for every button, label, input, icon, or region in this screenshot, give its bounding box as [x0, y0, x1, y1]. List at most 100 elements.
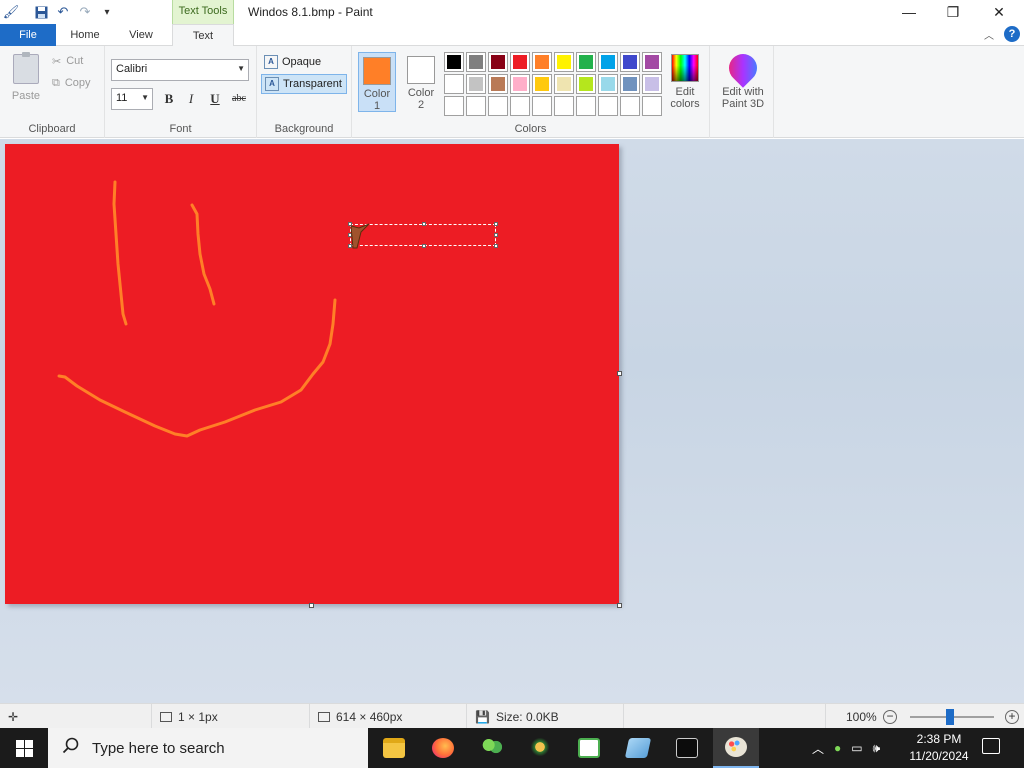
palette-swatch[interactable]	[466, 74, 486, 94]
palette-swatch-empty[interactable]	[488, 96, 508, 116]
bold-button[interactable]: B	[159, 90, 179, 108]
palette-swatch[interactable]	[444, 74, 464, 94]
palette-swatch[interactable]	[510, 52, 530, 72]
edit-colors-button[interactable]: Edit colors	[665, 52, 705, 110]
taskbar-paint[interactable]	[713, 728, 759, 768]
volume-icon[interactable]: 🕪	[873, 741, 881, 756]
resize-handle[interactable]	[422, 244, 426, 248]
close-button[interactable]: ✕	[976, 0, 1022, 24]
cut-button[interactable]: ✂ Cut	[52, 52, 83, 70]
palette-swatch[interactable]	[620, 52, 640, 72]
text-input-box[interactable]	[348, 222, 498, 248]
palette-swatch-empty[interactable]	[642, 96, 662, 116]
palette-swatch[interactable]	[488, 52, 508, 72]
chevron-down-icon: ▼	[141, 93, 149, 102]
taskbar-tablet-app[interactable]	[615, 728, 661, 768]
palette-swatch[interactable]	[532, 52, 552, 72]
italic-button[interactable]: I	[181, 90, 201, 108]
taskbar-game-app[interactable]	[517, 728, 563, 768]
zoom-slider-thumb[interactable]	[946, 709, 954, 725]
palette-swatch[interactable]	[642, 52, 662, 72]
tab-file[interactable]: File	[0, 24, 56, 46]
color2-button[interactable]: Color 2	[402, 52, 440, 112]
palette-swatch-empty[interactable]	[598, 96, 618, 116]
swatch-fill	[469, 55, 483, 69]
font-size-dropdown[interactable]: 11 ▼	[111, 88, 153, 110]
palette-swatch[interactable]	[532, 74, 552, 94]
tab-view[interactable]: View	[116, 24, 166, 46]
edit-colors-label: Edit	[675, 86, 695, 98]
palette-swatch[interactable]	[576, 52, 596, 72]
palette-swatch[interactable]	[620, 74, 640, 94]
font-group: Calibri ▼ 11 ▼ B I U abc Font	[105, 46, 257, 138]
taskbar-terminal[interactable]	[664, 728, 710, 768]
taskbar-firefox[interactable]	[420, 728, 466, 768]
palette-swatch[interactable]	[576, 74, 596, 94]
tab-home[interactable]: Home	[60, 24, 110, 46]
swatch-fill	[645, 77, 659, 91]
taskbar-search-box[interactable]: Type here to search	[48, 728, 368, 768]
palette-swatch[interactable]	[642, 74, 662, 94]
opaque-button[interactable]: A Opaque	[261, 52, 347, 72]
canvas-resize-handle-right[interactable]	[617, 371, 622, 376]
palette-swatch[interactable]	[444, 52, 464, 72]
taskbar-notepad-app[interactable]	[566, 728, 612, 768]
palette-swatch[interactable]	[598, 52, 618, 72]
swatch-fill	[601, 77, 615, 91]
user-icon[interactable]: ●	[834, 741, 841, 755]
start-button[interactable]	[0, 728, 48, 768]
resize-handle[interactable]	[422, 222, 426, 226]
palette-swatch-empty[interactable]	[444, 96, 464, 116]
zoom-out-button[interactable]: −	[883, 710, 897, 724]
canvas-resize-handle-bottom[interactable]	[309, 603, 314, 608]
palette-swatch[interactable]	[488, 74, 508, 94]
paste-button[interactable]: Paste	[8, 52, 44, 108]
resize-handle[interactable]	[494, 244, 498, 248]
taskbar-clock[interactable]: 2:38 PM 11/20/2024	[900, 731, 978, 765]
taskbar-file-explorer[interactable]	[371, 728, 417, 768]
collapse-ribbon-icon[interactable]: ︿	[984, 27, 994, 42]
strikethrough-button[interactable]: abc	[227, 90, 251, 108]
minimize-button[interactable]: —	[886, 0, 932, 24]
color1-button[interactable]: Color 1	[358, 52, 396, 112]
edit-with-paint3d-button[interactable]: Edit with Paint 3D	[714, 48, 772, 110]
swatch-fill	[447, 77, 461, 91]
save-icon[interactable]	[30, 3, 52, 21]
palette-swatch[interactable]	[466, 52, 486, 72]
redo-icon[interactable]: ↷	[74, 3, 96, 21]
undo-icon[interactable]: ↶	[52, 3, 74, 21]
canvas-resize-handle-corner[interactable]	[617, 603, 622, 608]
transparent-button[interactable]: A Transparent	[261, 74, 347, 94]
palette-swatch-empty[interactable]	[532, 96, 552, 116]
resize-handle[interactable]	[494, 233, 498, 237]
swatch-fill	[579, 77, 593, 91]
palette-swatch-empty[interactable]	[466, 96, 486, 116]
palette-swatch-empty[interactable]	[620, 96, 640, 116]
palette-swatch[interactable]	[598, 74, 618, 94]
maximize-button[interactable]: ❐	[930, 0, 976, 24]
action-center-icon[interactable]	[982, 738, 1000, 754]
palette-swatch[interactable]	[554, 52, 574, 72]
palette-swatch[interactable]	[510, 74, 530, 94]
zoom-in-button[interactable]: +	[1005, 710, 1019, 724]
drawing-canvas[interactable]	[5, 144, 619, 604]
firefox-icon	[432, 738, 454, 758]
font-family-dropdown[interactable]: Calibri ▼	[111, 59, 249, 81]
palette-swatch-empty[interactable]	[554, 96, 574, 116]
disk-icon: 💾	[475, 709, 490, 724]
palette-swatch-empty[interactable]	[510, 96, 530, 116]
swatch-fill	[447, 99, 461, 113]
customize-qat-icon[interactable]: ▾	[96, 3, 118, 21]
palette-swatch[interactable]	[554, 74, 574, 94]
colors-group-label: Colors	[514, 123, 547, 135]
network-icon[interactable]: ▭	[851, 741, 862, 755]
show-hidden-icons-icon[interactable]: ︿	[812, 740, 824, 757]
palette-swatch-empty[interactable]	[576, 96, 596, 116]
taskbar-people-app[interactable]	[469, 728, 515, 768]
help-icon[interactable]: ?	[1004, 26, 1020, 42]
resize-handle[interactable]	[494, 222, 498, 226]
paint-app-icon[interactable]: 🖌	[0, 3, 22, 21]
tab-text[interactable]: Text	[172, 24, 234, 47]
copy-button[interactable]: ⧉ Copy	[52, 74, 91, 92]
underline-button[interactable]: U	[205, 90, 225, 108]
